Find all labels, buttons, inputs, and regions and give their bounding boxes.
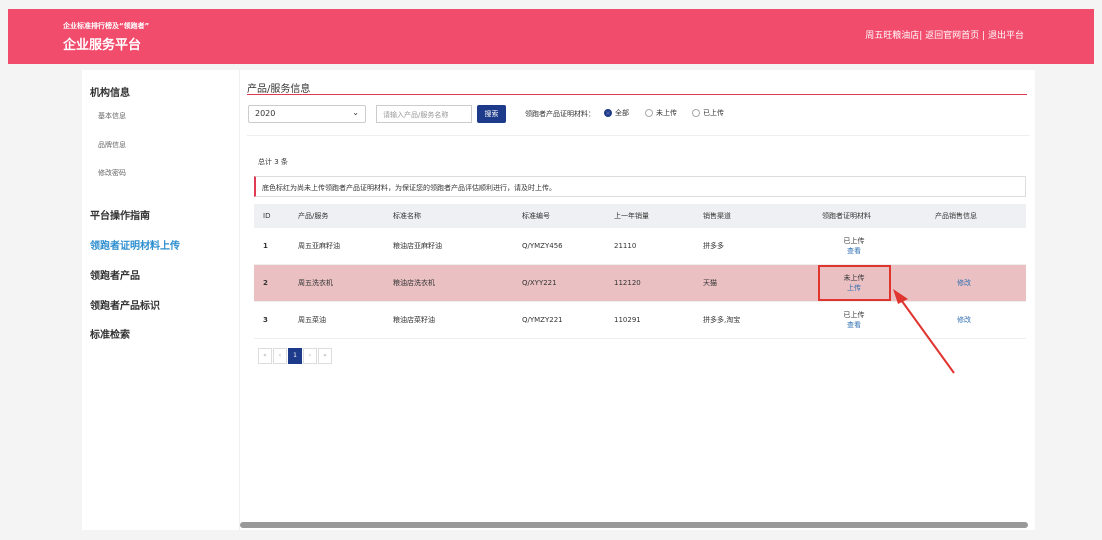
sidebar: 机构信息 基本信息 品牌信息 修改密码 平台操作指南 领跑者证明材料上传 领跑者… xyxy=(82,70,232,530)
radio-selected-icon xyxy=(604,109,612,117)
sidebar-item-products[interactable]: 领跑者产品 xyxy=(90,267,140,282)
cell-sales: 112120 xyxy=(614,279,641,287)
year-select-value: 2020 xyxy=(255,109,276,118)
col-std-no: 标准编号 xyxy=(522,212,550,220)
search-input[interactable]: 请输入产品/服务名称 xyxy=(376,105,472,123)
cell-sales: 110291 xyxy=(614,316,641,324)
table-header: ID 产品/服务 标准名称 标准编号 上一年销量 销售渠道 领跑者证明材料 产品… xyxy=(254,204,1026,228)
year-select[interactable]: 2020 ⌄ xyxy=(248,105,366,123)
sidebar-item-marks[interactable]: 领跑者产品标识 xyxy=(90,297,160,312)
sidebar-item-brand-info[interactable]: 品牌信息 xyxy=(98,140,126,150)
cell-channel: 天猫 xyxy=(703,279,717,287)
cell-std-no: Q/XYY221 xyxy=(522,279,557,287)
brand-title: 企业服务平台 xyxy=(63,38,142,53)
pager-first[interactable]: « xyxy=(258,348,272,364)
cell-sales-info xyxy=(934,228,994,264)
cell-std-name: 粮油店亚麻籽油 xyxy=(393,242,442,250)
top-link-separator: | xyxy=(919,31,923,41)
logout-link[interactable]: 退出平台 xyxy=(988,31,1024,41)
cell-std-no: Q/YMZY221 xyxy=(522,316,563,324)
radio-all-label: 全部 xyxy=(615,109,629,117)
title-underline xyxy=(247,94,1027,95)
page-container: 机构信息 基本信息 品牌信息 修改密码 平台操作指南 领跑者证明材料上传 领跑者… xyxy=(82,70,1035,530)
pagination: « ‹ 1 › » xyxy=(258,348,333,364)
sidebar-item-change-password[interactable]: 修改密码 xyxy=(98,168,126,178)
cell-sales-info: 修改 xyxy=(934,265,994,301)
sidebar-item-guide[interactable]: 平台操作指南 xyxy=(90,207,150,222)
edit-link[interactable]: 修改 xyxy=(957,278,971,288)
edit-link[interactable]: 修改 xyxy=(957,315,971,325)
cell-channel: 拼多多,淘宝 xyxy=(703,316,741,324)
top-links: 周五旺粮油店| 返回官网首页 | 退出平台 xyxy=(865,28,1024,41)
top-link-separator: | xyxy=(982,31,986,41)
pager-next[interactable]: › xyxy=(303,348,317,364)
filter-label: 领跑者产品证明材料： xyxy=(525,110,595,118)
cell-product: 周五菜油 xyxy=(298,316,326,324)
material-status: 已上传 xyxy=(843,237,865,245)
radio-uploaded-label: 已上传 xyxy=(703,109,724,117)
total-count: 总计 3 条 xyxy=(258,158,288,166)
cell-std-name: 粮油店洗衣机 xyxy=(393,279,435,287)
col-material: 领跑者证明材料 xyxy=(822,212,871,220)
cell-product: 周五亚麻籽油 xyxy=(298,242,340,250)
annotation-highlight-box xyxy=(818,265,891,301)
radio-not-uploaded-label: 未上传 xyxy=(656,109,677,117)
table-row-highlighted: 2 周五洗衣机 粮油店洗衣机 Q/XYY221 112120 天猫 未上传 上传… xyxy=(254,265,1026,302)
col-std-name: 标准名称 xyxy=(393,212,421,220)
cell-id: 3 xyxy=(263,316,268,324)
notice-banner: 底色标红为尚未上传领跑者产品证明材料，为保证您的领跑者产品评估顺利进行，请及时上… xyxy=(254,176,1026,197)
home-link[interactable]: 返回官网首页 xyxy=(925,31,979,41)
col-sales-info: 产品销售信息 xyxy=(935,212,977,220)
view-link[interactable]: 查看 xyxy=(847,246,861,256)
col-channel: 销售渠道 xyxy=(703,212,731,220)
sidebar-item-basic-info[interactable]: 基本信息 xyxy=(98,111,126,121)
cell-id: 1 xyxy=(263,242,268,250)
radio-icon xyxy=(692,109,700,117)
cell-sales: 21110 xyxy=(614,242,637,250)
radio-uploaded[interactable]: 已上传 xyxy=(692,108,724,118)
cell-std-no: Q/YMZY456 xyxy=(522,242,563,250)
view-link[interactable]: 查看 xyxy=(847,320,861,330)
cell-std-name: 粮油店菜籽油 xyxy=(393,316,435,324)
page-title: 产品/服务信息 xyxy=(247,84,311,95)
main-content: 产品/服务信息 2020 ⌄ 请输入产品/服务名称 搜索 领跑者产品证明材料： … xyxy=(239,70,1034,530)
pager-last[interactable]: » xyxy=(318,348,332,364)
material-status: 已上传 xyxy=(843,311,865,319)
brand-subtitle: 企业标准排行榜及“领跑者” xyxy=(63,22,150,30)
cell-id: 2 xyxy=(263,279,268,287)
radio-all[interactable]: 全部 xyxy=(604,108,629,118)
radio-icon xyxy=(645,109,653,117)
col-id: ID xyxy=(263,212,271,220)
pager-page-1[interactable]: 1 xyxy=(288,348,302,364)
cell-channel: 拼多多 xyxy=(703,242,724,250)
top-header-bar: 企业标准排行榜及“领跑者” 企业服务平台 周五旺粮油店| 返回官网首页 | 退出… xyxy=(8,9,1094,64)
chevron-down-icon: ⌄ xyxy=(352,108,359,117)
cell-material: 已上传 查看 xyxy=(824,228,884,264)
sidebar-item-org-info[interactable]: 机构信息 xyxy=(90,84,130,99)
cell-material: 已上传 查看 xyxy=(824,302,884,338)
pager-prev[interactable]: ‹ xyxy=(273,348,287,364)
user-name-link[interactable]: 周五旺粮油店 xyxy=(865,31,919,41)
sidebar-item-upload[interactable]: 领跑者证明材料上传 xyxy=(90,237,180,252)
cell-product: 周五洗衣机 xyxy=(298,279,333,287)
col-product: 产品/服务 xyxy=(298,212,329,220)
table-row: 3 周五菜油 粮油店菜籽油 Q/YMZY221 110291 拼多多,淘宝 已上… xyxy=(254,302,1026,339)
search-button[interactable]: 搜索 xyxy=(477,105,506,123)
horizontal-scrollbar[interactable] xyxy=(240,522,1028,528)
divider xyxy=(247,135,1029,136)
radio-not-uploaded[interactable]: 未上传 xyxy=(645,108,677,118)
sidebar-item-standard-search[interactable]: 标准检索 xyxy=(90,326,130,341)
col-sales: 上一年销量 xyxy=(614,212,649,220)
table-row: 1 周五亚麻籽油 粮油店亚麻籽油 Q/YMZY456 21110 拼多多 已上传… xyxy=(254,228,1026,265)
cell-sales-info: 修改 xyxy=(934,302,994,338)
